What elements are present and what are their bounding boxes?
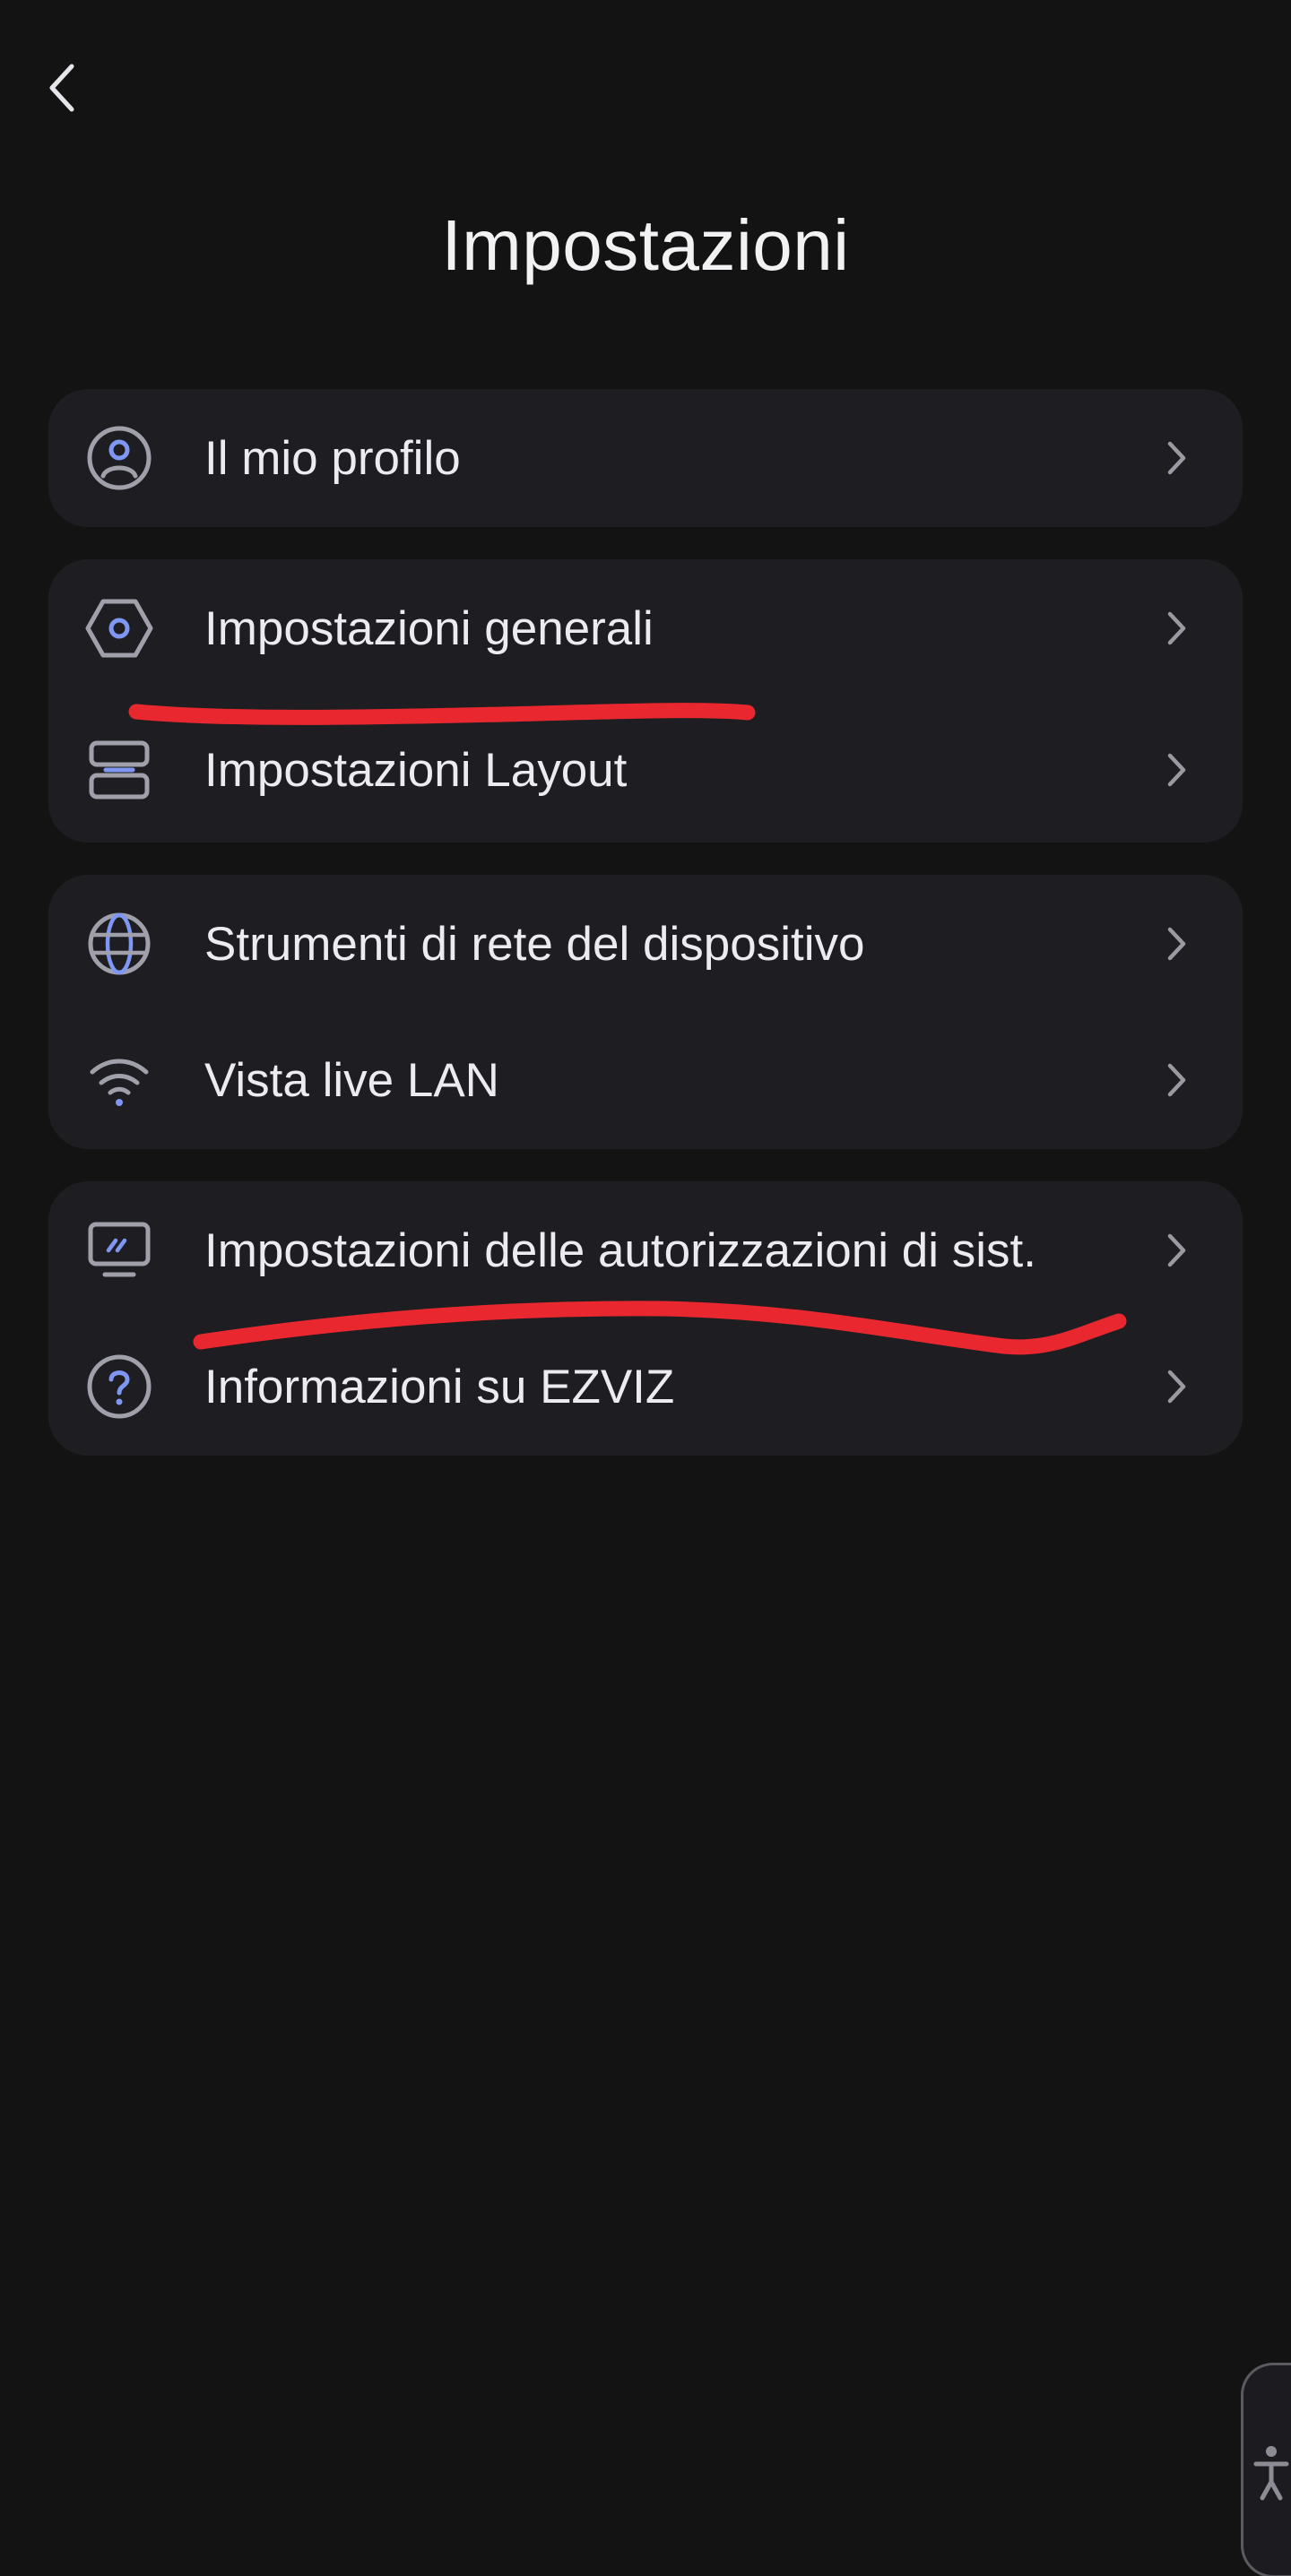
back-button[interactable]	[36, 54, 90, 121]
settings-group-general: Impostazioni generali Impostazioni Layou…	[48, 559, 1243, 843]
hexagon-settings-icon	[82, 595, 156, 661]
monitor-icon	[82, 1217, 156, 1284]
page-title: Impostazioni	[441, 205, 850, 285]
menu-item-system-permissions[interactable]: Impostazioni delle autorizzazioni di sis…	[48, 1183, 1243, 1318]
menu-item-label: Strumenti di rete del dispositivo	[204, 917, 865, 971]
chevron-right-icon	[1160, 1230, 1192, 1271]
menu-item-label: Informazioni su EZVIZ	[204, 1360, 675, 1413]
menu-item-general-settings[interactable]: Impostazioni generali	[48, 561, 1243, 696]
chevron-right-icon	[1160, 923, 1192, 964]
chevron-right-icon	[1160, 608, 1192, 649]
menu-item-layout-settings[interactable]: Impostazioni Layout	[48, 703, 1243, 837]
chevron-right-icon	[1160, 1059, 1192, 1101]
settings-group-network: Strumenti di rete del dispositivo Vista …	[48, 875, 1243, 1149]
accessibility-icon	[1253, 2446, 1289, 2501]
settings-group-system: Impostazioni delle autorizzazioni di sis…	[48, 1181, 1243, 1456]
profile-icon	[82, 425, 156, 491]
menu-item-label: Vista live LAN	[204, 1053, 499, 1107]
menu-item-network-tools[interactable]: Strumenti di rete del dispositivo	[48, 877, 1243, 1011]
chevron-right-icon	[1160, 1366, 1192, 1407]
menu-item-label: Impostazioni delle autorizzazioni di sis…	[204, 1223, 1036, 1277]
menu-item-label: Impostazioni generali	[204, 601, 654, 655]
menu-item-label: Il mio profilo	[204, 431, 461, 485]
menu-item-my-profile[interactable]: Il mio profilo	[48, 391, 1243, 525]
wifi-icon	[82, 1047, 156, 1113]
menu-item-lan-live-view[interactable]: Vista live LAN	[48, 1013, 1243, 1147]
globe-icon	[82, 911, 156, 977]
menu-item-label: Impostazioni Layout	[204, 743, 628, 797]
settings-group-profile: Il mio profilo	[48, 389, 1243, 527]
layout-icon	[82, 737, 156, 803]
settings-screen: Impostazioni Il mio profilo Impostazioni…	[0, 0, 1291, 2576]
accessibility-button[interactable]	[1241, 2363, 1291, 2576]
chevron-right-icon	[1160, 437, 1192, 479]
help-icon	[82, 1353, 156, 1420]
chevron-right-icon	[1160, 749, 1192, 791]
chevron-left-icon	[49, 64, 74, 111]
menu-item-about-ezviz[interactable]: Informazioni su EZVIZ	[48, 1319, 1243, 1454]
